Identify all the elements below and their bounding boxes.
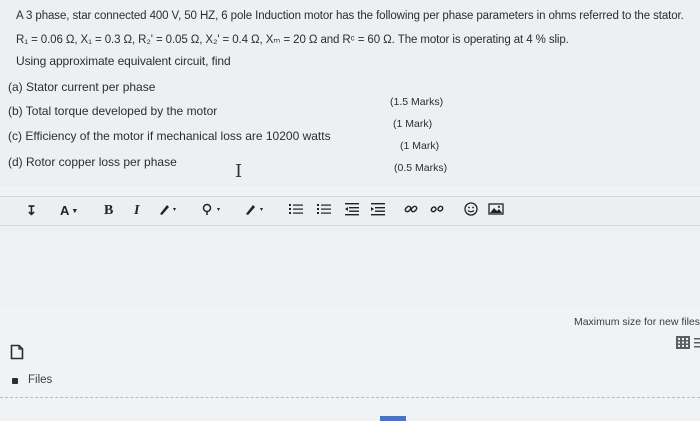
highlight-button[interactable] [158, 202, 180, 220]
chevron-down-icon: ▼ [71, 207, 79, 215]
part-b-text: (b) Total torque developed by the motor [8, 104, 218, 118]
text-cursor-icon: I [235, 161, 243, 182]
outdent-icon [345, 203, 359, 216]
italic-button[interactable]: I [134, 202, 139, 220]
link-icon [404, 205, 418, 213]
file-drop-zone[interactable] [0, 397, 700, 398]
part-b-marks: (1 Mark) [393, 118, 433, 130]
paragraph-style-button[interactable] [202, 202, 226, 220]
bold-button[interactable]: B [104, 202, 113, 220]
part-c-text: (c) Efficiency of the motor if mechanica… [8, 129, 331, 143]
part-a-text: (a) Stator current per phase [8, 80, 156, 94]
question-panel: A 3 phase, star connected 400 V, 50 HZ, … [0, 0, 700, 187]
file-icon[interactable] [10, 344, 24, 365]
files-folder-icon [12, 378, 18, 384]
emoji-button[interactable] [464, 202, 478, 220]
unlink-icon [430, 205, 444, 213]
max-file-size-note: Maximum size for new files [573, 316, 700, 328]
font-color-label: A [60, 203, 70, 218]
answer-editor: ↧ A ▼ B I Maximum size for new files Fil… [0, 186, 700, 421]
part-a-marks: (1.5 Marks) [390, 96, 444, 108]
grid-view-icon[interactable] [676, 336, 700, 355]
indent-icon [371, 203, 385, 216]
indent-button[interactable] [370, 202, 386, 220]
font-color-button[interactable]: A ▼ [60, 202, 78, 220]
question-instruction: Using approximate equivalent circuit, fi… [16, 54, 231, 68]
upload-progress-bar [380, 416, 406, 421]
smiley-icon [464, 202, 478, 216]
outdent-button[interactable] [344, 202, 360, 220]
bullet-list-icon [289, 204, 303, 214]
clear-format-button[interactable] [244, 202, 268, 220]
toolbar-expand-icon[interactable]: ↧ [26, 202, 37, 220]
numbered-list-button[interactable] [316, 202, 332, 220]
files-label[interactable]: Files [28, 374, 52, 386]
brush-icon [160, 205, 176, 215]
pin-icon [202, 203, 220, 215]
answer-text-area[interactable] [0, 226, 700, 306]
insert-link-button[interactable] [404, 202, 418, 220]
part-d-marks: (0.5 Marks) [394, 162, 448, 174]
part-d-text: (d) Rotor copper loss per phase [8, 155, 177, 169]
editor-toolbar: ↧ A ▼ B I [0, 196, 700, 226]
question-intro: A 3 phase, star connected 400 V, 50 HZ, … [16, 10, 684, 22]
insert-image-button[interactable] [488, 202, 504, 220]
question-parameters: R₁ = 0.06 Ω, X₁ = 0.3 Ω, R₂' = 0.05 Ω, X… [16, 34, 569, 46]
numbered-list-icon [317, 204, 331, 214]
part-c-marks: (1 Mark) [400, 140, 440, 152]
brush-icon [246, 205, 263, 215]
bullet-list-button[interactable] [288, 202, 304, 220]
remove-link-button[interactable] [430, 202, 444, 220]
image-icon [488, 203, 504, 215]
